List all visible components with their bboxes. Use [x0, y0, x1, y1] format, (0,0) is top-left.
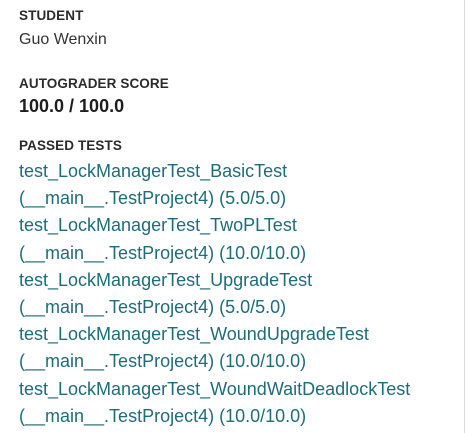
student-section: STUDENT Guo Wenxin: [19, 8, 460, 50]
test-link-basic[interactable]: test_LockManagerTest_BasicTest (__main__…: [19, 158, 460, 212]
test-link-two-pl[interactable]: test_LockManagerTest_TwoPLTest (__main__…: [19, 212, 460, 266]
test-name: test_LockManagerTest_UpgradeTest: [19, 269, 313, 290]
results-sidebar: STUDENT Guo Wenxin AUTOGRADER SCORE 100.…: [0, 0, 465, 433]
test-detail: (__main__.TestProject4) (5.0/5.0): [19, 188, 287, 209]
test-detail: (__main__.TestProject4) (10.0/10.0): [19, 351, 307, 372]
passed-tests-section: PASSED TESTS test_LockManagerTest_BasicT…: [19, 138, 460, 430]
student-name: Guo Wenxin: [19, 31, 107, 48]
passed-tests-list: test_LockManagerTest_BasicTest (__main__…: [19, 158, 460, 430]
test-name: test_LockManagerTest_WoundUpgradeTest: [19, 324, 369, 345]
score-section: AUTOGRADER SCORE 100.0 / 100.0: [19, 76, 460, 117]
test-link-wound-upgrade[interactable]: test_LockManagerTest_WoundUpgradeTest (_…: [19, 321, 460, 375]
test-detail: (__main__.TestProject4) (5.0/5.0): [19, 297, 287, 318]
score-label: AUTOGRADER SCORE: [19, 76, 169, 91]
test-name: test_LockManagerTest_TwoPLTest: [19, 215, 297, 236]
test-detail: (__main__.TestProject4) (10.0/10.0): [19, 242, 307, 263]
test-link-upgrade[interactable]: test_LockManagerTest_UpgradeTest (__main…: [19, 267, 460, 321]
passed-tests-label: PASSED TESTS: [19, 138, 122, 153]
student-label: STUDENT: [19, 8, 84, 23]
test-detail: (__main__.TestProject4) (10.0/10.0): [19, 405, 307, 426]
test-name: test_LockManagerTest_WoundWaitDeadlockTe…: [19, 378, 411, 399]
score-value: 100.0 / 100.0: [19, 96, 125, 116]
test-link-wound-wait-deadlock[interactable]: test_LockManagerTest_WoundWaitDeadlockTe…: [19, 376, 460, 430]
test-name: test_LockManagerTest_BasicTest: [19, 161, 288, 181]
